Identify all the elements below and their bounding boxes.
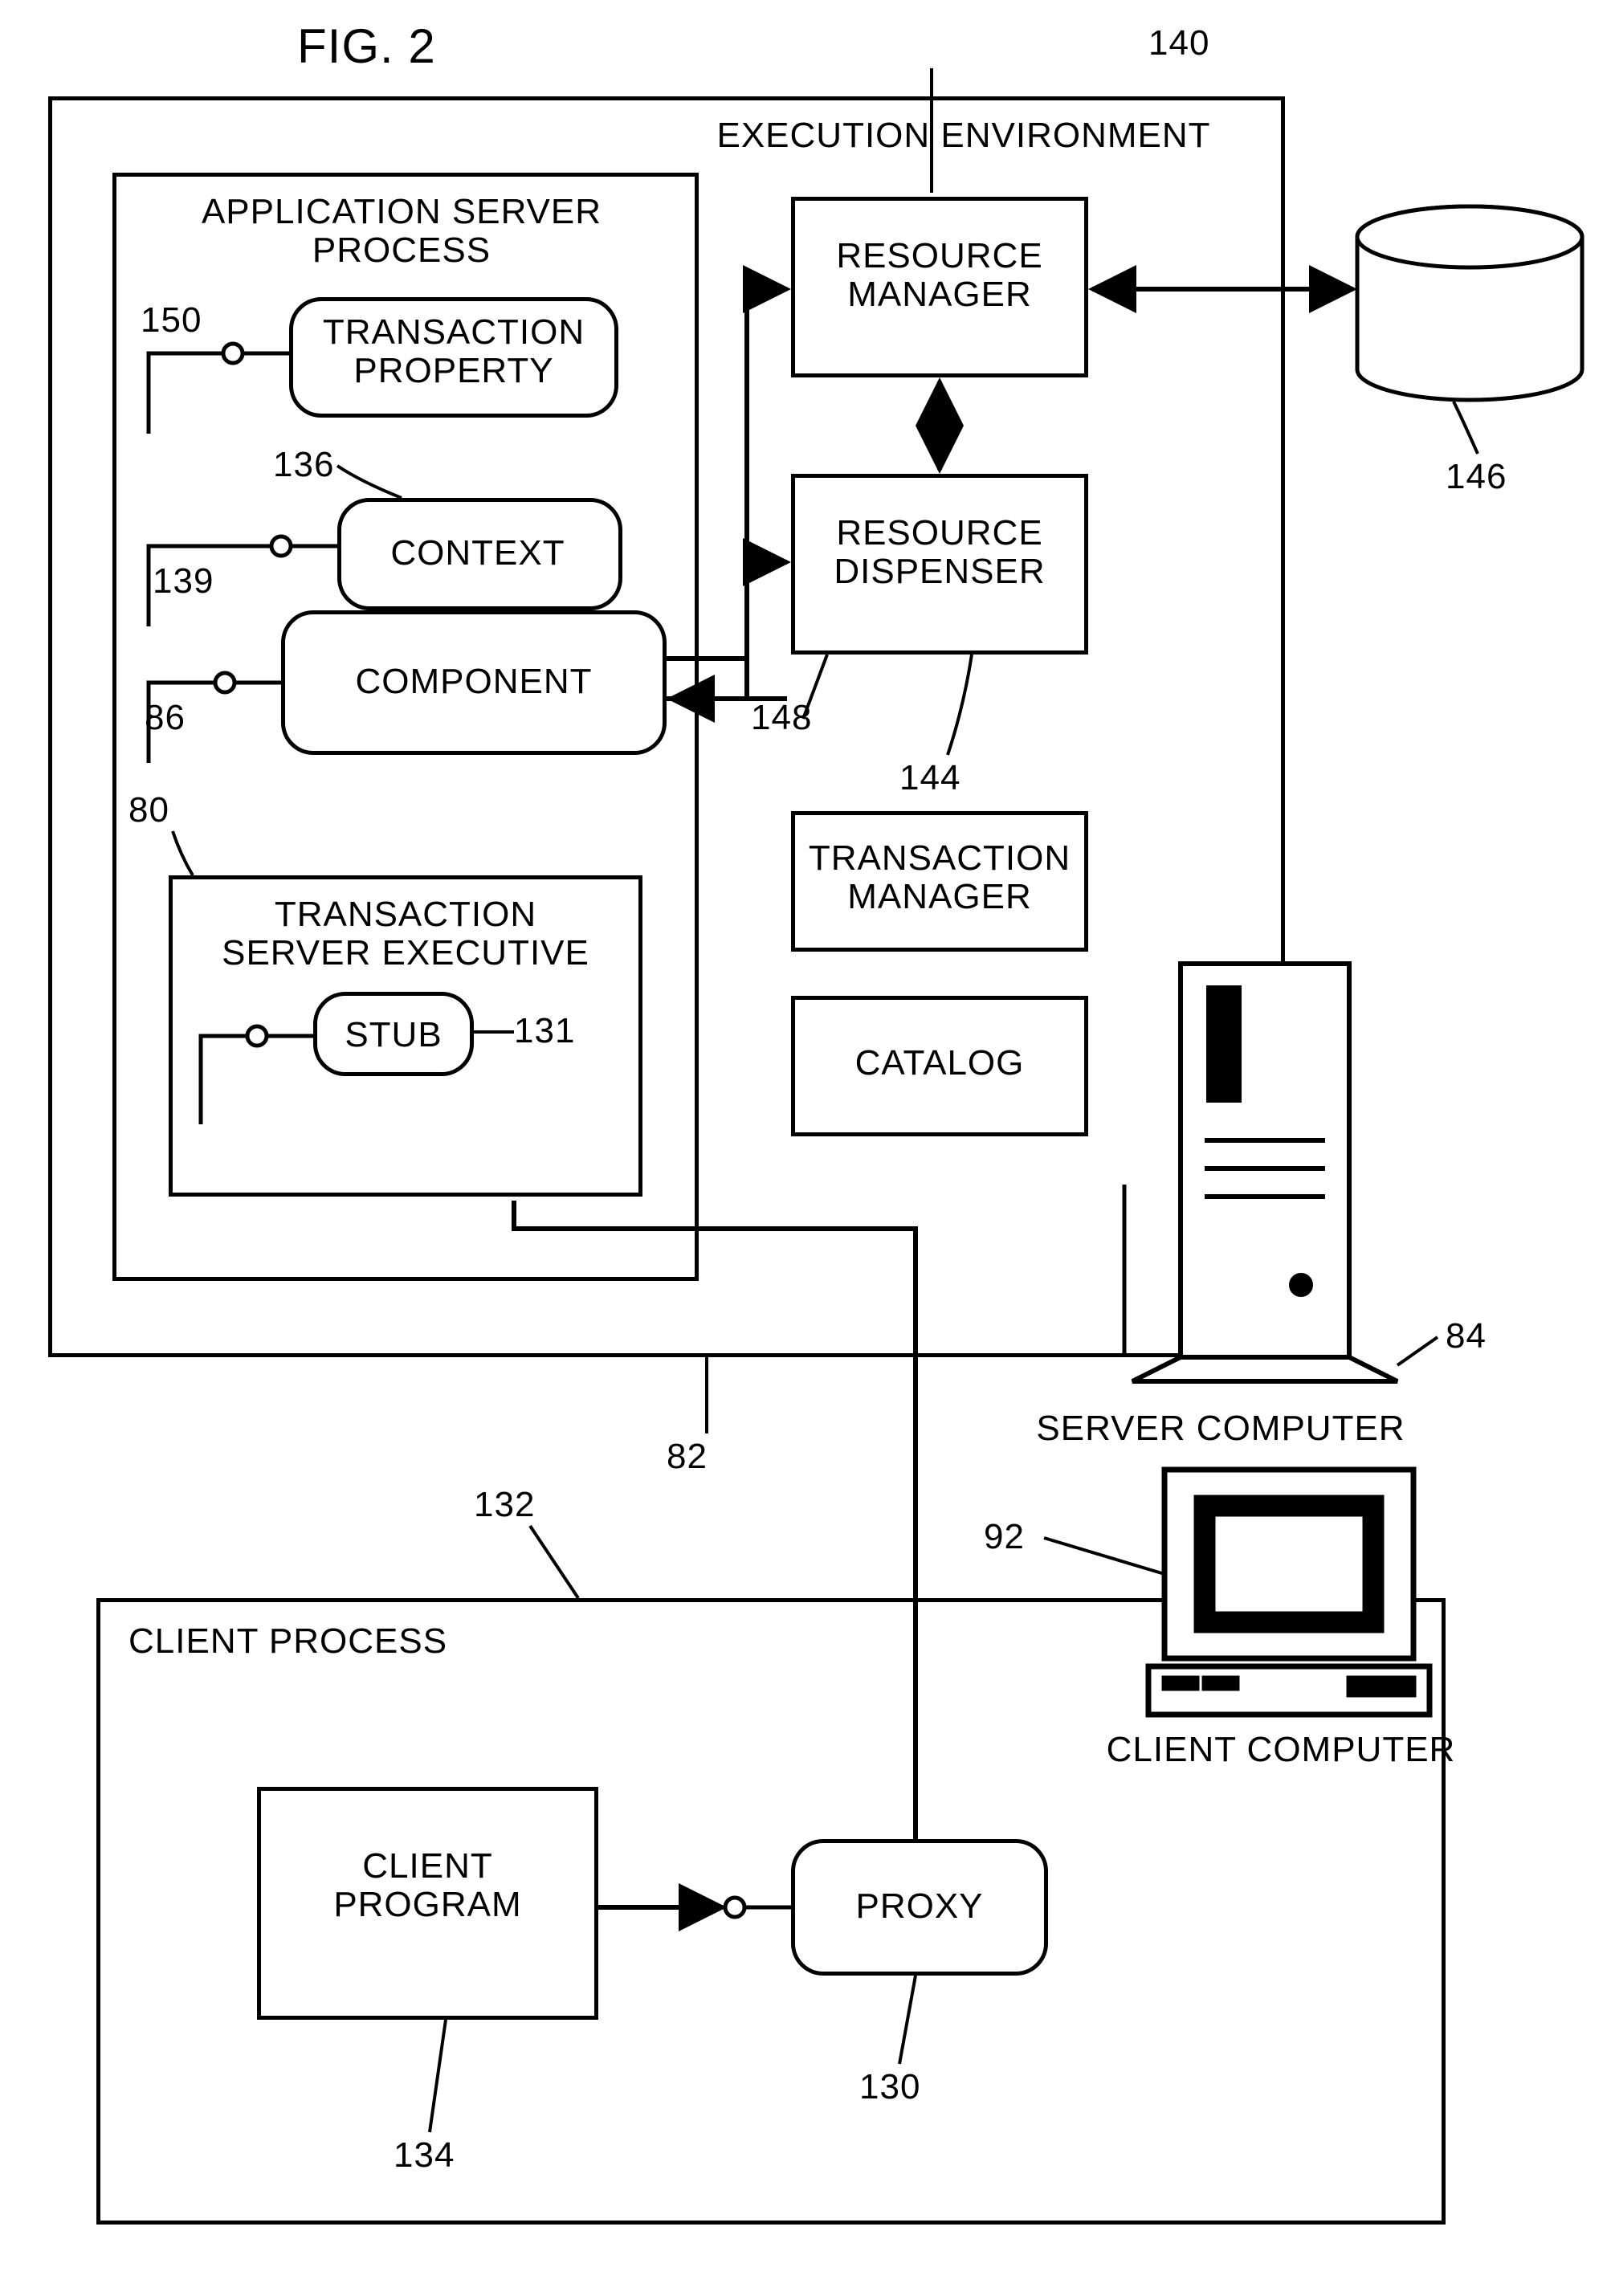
stub-label: STUB <box>321 1016 466 1054</box>
ref-136: 136 <box>273 446 334 484</box>
client-process-label: CLIENT PROCESS <box>128 1622 466 1661</box>
ref-80: 80 <box>128 791 169 830</box>
resource-manager-label: RESOURCE MANAGER <box>803 237 1076 315</box>
database-label: DATABASE <box>1365 297 1574 336</box>
transaction-manager-label: TRANSACTION MANAGER <box>803 839 1076 917</box>
figure-title: FIG. 2 <box>297 20 436 73</box>
ref-148: 148 <box>751 699 812 737</box>
transaction-property-label: TRANSACTION PROPERTY <box>297 313 610 391</box>
ref-86: 86 <box>145 699 186 737</box>
ref-140: 140 <box>1148 24 1209 63</box>
client-computer-label: CLIENT COMPUTER <box>1084 1731 1478 1769</box>
server-computer-label: SERVER COMPUTER <box>1012 1409 1430 1448</box>
app-server-process-label: APPLICATION SERVER PROCESS <box>161 193 642 271</box>
client-program-label: CLIENT PROGRAM <box>269 1847 586 1925</box>
proxy-label: PROXY <box>803 1887 1036 1926</box>
ref-84: 84 <box>1446 1317 1487 1356</box>
diagram-canvas: FIG. 2 140 EXECUTION ENVIRONMENT APPLICA… <box>0 0 1611 2296</box>
tse-label: TRANSACTION SERVER EXECUTIVE <box>185 895 626 973</box>
ref-134: 134 <box>394 2136 455 2175</box>
ref-92: 92 <box>984 1518 1025 1556</box>
exec-env-label: EXECUTION ENVIRONMENT <box>699 116 1229 155</box>
catalog-label: CATALOG <box>803 1044 1076 1083</box>
ref-150: 150 <box>141 301 202 340</box>
ref-144: 144 <box>899 759 960 797</box>
ref-82: 82 <box>667 1438 708 1476</box>
ref-146: 146 <box>1446 458 1507 496</box>
ref-131: 131 <box>514 1012 575 1050</box>
ref-130: 130 <box>859 2068 920 2106</box>
resource-dispenser-label: RESOURCE DISPENSER <box>803 514 1076 592</box>
component-label: COMPONENT <box>297 663 651 701</box>
ref-132: 132 <box>474 1486 535 1524</box>
context-label: CONTEXT <box>353 534 602 573</box>
ref-139: 139 <box>153 562 214 601</box>
